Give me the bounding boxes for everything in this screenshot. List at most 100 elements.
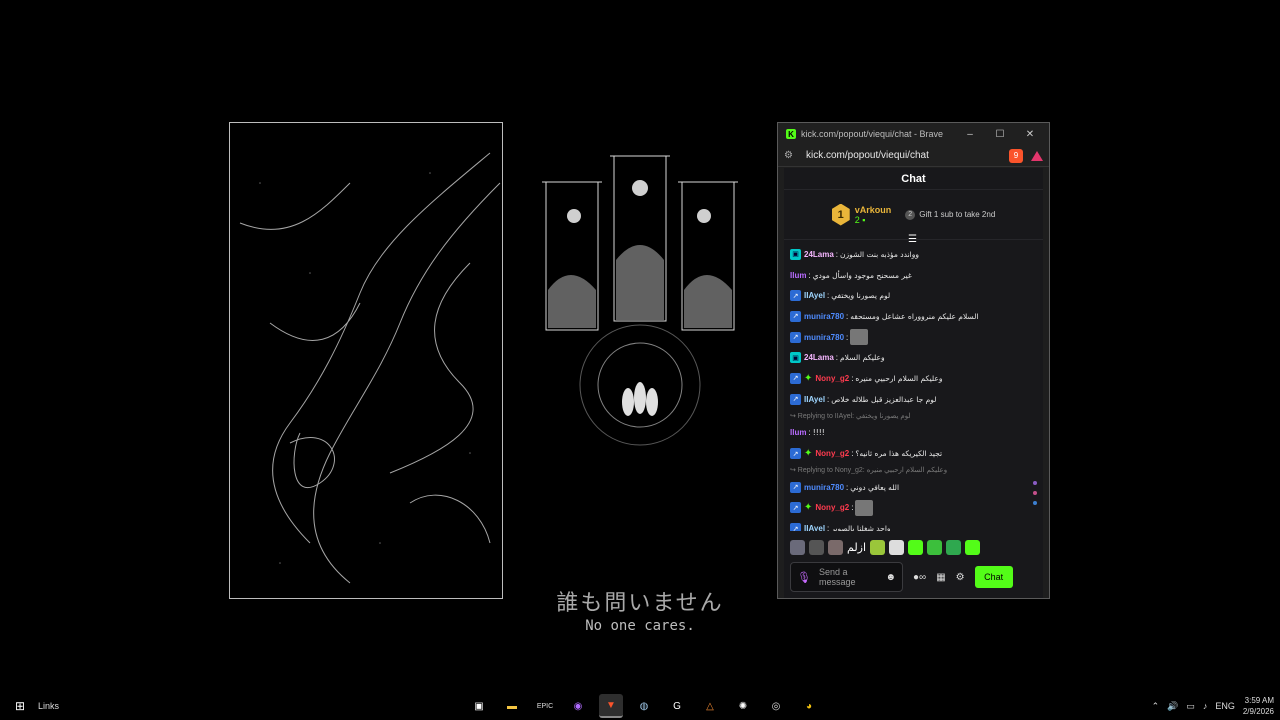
chat-message[interactable]: Ilum:!!!! [790,423,1037,444]
chat-message[interactable]: ↗ ✦ Nony_g2: وعليكم السلام ارحبيي منيره [790,368,1037,389]
close-button[interactable]: ✕ [1015,129,1045,140]
og-badge-icon: ▣ [790,352,801,364]
message-separator: : [827,291,830,301]
windows-start-icon[interactable]: ⊞ [6,699,34,713]
chat-message[interactable]: ↗ munira780: السلام عليكم منرووراه عشاعل و… [790,306,1037,327]
message-separator: : [835,249,839,259]
chat-username[interactable]: munira780 [804,483,844,492]
chat-message[interactable]: ↗ IIAyel: لوم جا عبدالعزيز قبل طلاله خلاص [790,389,1037,410]
chat-username[interactable]: IIAyel [804,291,825,300]
epic-games-icon[interactable]: EPIC [533,694,557,718]
message-separator: : [808,270,811,280]
chat-message[interactable]: ↗ munira780: الله يعافي دوني [790,477,1037,498]
g-hub-icon[interactable]: G [665,694,689,718]
chat-message-text: !!!! [812,428,825,438]
chat-input[interactable]: 🎙 Send a message ☻ [790,562,903,592]
address-bar[interactable]: ⚙ kick.com/popout/viequi/chat 9 [778,145,1049,167]
clock-date: 2/9/2026 [1242,707,1274,716]
chat-username[interactable]: IIAyel [804,395,825,404]
url-text[interactable]: kick.com/popout/viequi/chat [802,150,1003,161]
network-icon[interactable]: ▭ [1186,701,1195,712]
microphone-icon[interactable]: 🎙 [797,571,811,584]
emote-kick-1[interactable] [908,540,924,555]
chat-message[interactable]: Ilum: غير مسحنح موجود واسأل مودي [790,265,1037,286]
chat-message[interactable]: ↗ IIAyel: واحد شغلنا بالصوير [790,518,1037,531]
chat-message[interactable]: ↗ IIAyel: لوم يصورنا ويختفي [790,285,1037,306]
speaker-icon[interactable]: ♪ [1203,701,1208,711]
chat-username[interactable]: Ilum [790,271,806,280]
top-gifter-banner[interactable]: 1 vArkoun 2 ▪ 2 Gift 1 sub to take 2nd ☰ [784,190,1043,245]
subscriber-badge-icon: ↗ [790,310,801,322]
file-explorer-icon[interactable]: ▬ [500,694,524,718]
chat-username[interactable]: Nony_g2 [815,449,849,458]
chevron-up-icon[interactable]: ⌃ [1152,701,1160,712]
recent-emotes-row[interactable]: ازلم [790,540,981,555]
obs-icon[interactable]: ◎ [764,694,788,718]
wallpaper-center-illustration [530,140,750,450]
volume-icon[interactable]: 🔊 [1167,701,1178,712]
chat-username[interactable]: Nony_g2 [815,374,849,383]
chat-message[interactable]: ↗ ✦ Nony_g2: تجيد الكيريكه هذا مره ثانيه؟ [790,443,1037,464]
message-separator: : [851,503,854,513]
brave-rewards-icon[interactable] [1031,150,1043,161]
emote-kick-4[interactable] [965,540,981,555]
wallpaper-contour-art [239,152,501,584]
gift-sub-prompt[interactable]: 2 Gift 1 sub to take 2nd [905,209,996,220]
subscriber-badge-icon: ↗ [790,290,801,302]
brave-popout-window[interactable]: K kick.com/popout/viequi/chat - Brave – … [777,122,1050,599]
emote-text[interactable]: ازلم [847,541,866,554]
gift-sub-text: Gift 1 sub to take 2nd [919,210,996,219]
emoji-picker-icon[interactable]: ☻ [885,572,896,583]
clock-time: 3:59 AM [1244,696,1274,705]
chat-username[interactable]: munira780 [804,333,844,342]
taskbar: ⊞ Links ▣ ▬ EPIC ◉ ▼ ◍ G △ ✺ ◎ ◕ ⌃ 🔊 ▭ ♪… [0,692,1280,720]
window-titlebar[interactable]: K kick.com/popout/viequi/chat - Brave – … [778,123,1049,145]
chat-username[interactable]: Ilum [790,428,806,437]
send-chat-button[interactable]: Chat [974,566,1013,588]
chat-username[interactable]: IIAyel [804,524,825,531]
emote-2[interactable] [809,540,824,555]
steam-icon[interactable]: ◍ [632,694,656,718]
chat-username[interactable]: 24Lama [804,353,834,362]
chat-menu-icon[interactable]: ☰ [908,234,917,245]
site-settings-icon[interactable]: ⚙ [784,150,802,161]
brave-shields-icon[interactable]: 9 [1009,148,1023,163]
steelseries-icon[interactable]: ✺ [731,694,755,718]
store-icon[interactable]: ▦ [936,572,945,583]
emote-car[interactable] [870,540,886,555]
language-indicator[interactable]: ENG [1215,701,1235,711]
chat-message[interactable]: ▣ 24Lama: وواندد مؤذبه بنت الشوزن [790,244,1037,265]
reply-context[interactable]: ↪ Replying to IIAyel: لوم يصورنا ويختفي [790,410,1037,423]
store-icon[interactable]: ▣ [467,694,491,718]
kicks-button[interactable]: ●∞ [913,572,926,583]
reply-context[interactable]: ↪ Replying to Nony_g2: وعليكم السلام ارح… [790,464,1037,477]
chat-message[interactable]: ▣ 24Lama: وعليكم السلام [790,347,1037,368]
chat-username[interactable]: Nony_g2 [815,503,849,512]
brave-shields-count: 9 [1013,151,1019,160]
chat-settings-icon[interactable]: ⚙ [956,572,965,583]
emote-kick-3[interactable] [946,540,962,555]
sparkle-badge-icon: ✦ [804,502,813,514]
emote-3[interactable] [828,540,843,555]
emote-kick-2[interactable] [927,540,943,555]
minimize-button[interactable]: – [955,129,985,140]
top-gifter-count: 2 ▪ [854,214,866,225]
emote-1[interactable] [790,540,805,555]
chat-message[interactable]: ↗ munira780: [790,327,1037,348]
clock[interactable]: 3:59 AM 2/9/2026 [1243,695,1274,717]
links-toolbar[interactable]: Links [38,701,59,711]
rank-badge: 1 [831,203,850,226]
chrome-icon[interactable]: ◕ [797,694,821,718]
affinity-icon[interactable]: △ [698,694,722,718]
chat-username[interactable]: munira780 [804,312,844,321]
chat-messages-list: ▣ 24Lama: وواندد مؤذبه بنت الشوزن Ilum: غير … [784,240,1043,531]
chat-message[interactable]: ↗ ✦ Nony_g2: [790,498,1037,519]
emote-ghost[interactable] [889,540,905,555]
maximize-button[interactable]: ☐ [985,129,1015,140]
subscriber-badge-icon: ↗ [790,331,801,343]
brave-icon[interactable]: ▼ [599,694,623,718]
chat-message-text: وعليكم السلام [840,353,885,363]
messenger-icon[interactable]: ◉ [566,694,590,718]
chat-username[interactable]: 24Lama [804,250,834,259]
message-separator: : [827,524,830,531]
